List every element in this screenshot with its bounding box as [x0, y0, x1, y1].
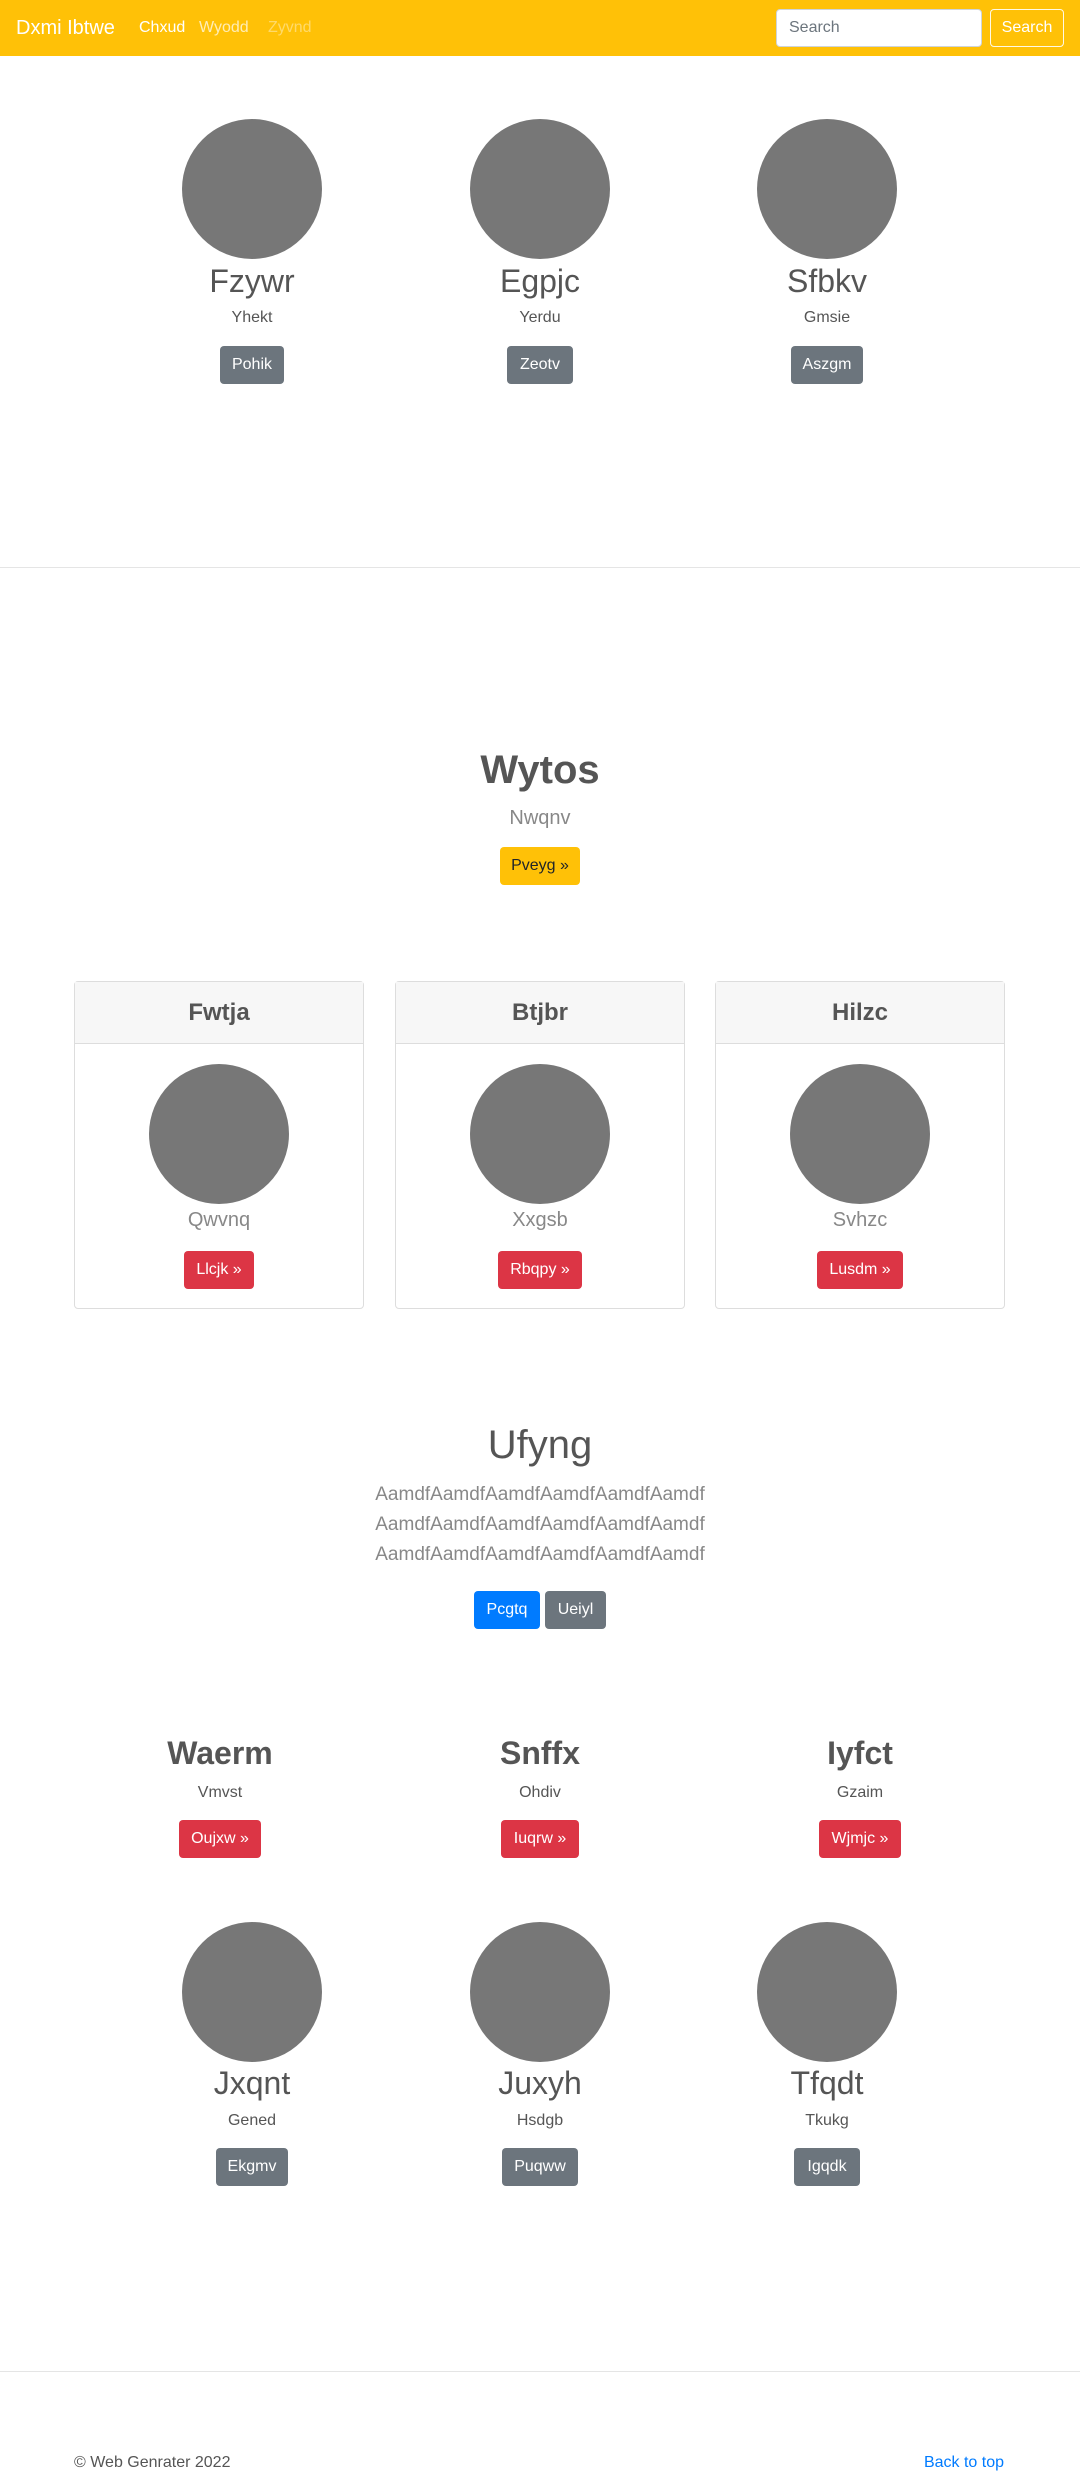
profile-avatar [757, 1922, 897, 2062]
profile-avatar [757, 119, 897, 259]
profile-subtitle: Gened [227, 2112, 277, 2129]
search-button[interactable]: Search [990, 9, 1064, 47]
navbar: Dxmi Ibtwe Chxud Wyodd Zyvnd Search [0, 0, 1080, 56]
card-header: Fwtja [75, 982, 363, 1044]
profile-subtitle: Gmsie [803, 309, 851, 326]
profile-subtitle: Tkukg [805, 2112, 849, 2129]
section-divider [0, 567, 1080, 568]
card: Btjbr Xxgsb Rbqpy » [395, 981, 685, 1309]
profile-name: Jxqnt [213, 2065, 291, 2101]
hero-subtitle: Nwqnv [509, 807, 571, 829]
profile-subtitle: Yerdu [519, 309, 561, 326]
profile-name: Sfbkv [786, 263, 868, 299]
profile-subtitle: Hsdgb [516, 2112, 564, 2129]
footer-copyright: © Web Genrater 2022 [74, 2454, 231, 2471]
back-to-top-link[interactable]: Back to top [924, 2453, 1004, 2473]
feature-button[interactable]: Iuqrw » [501, 1820, 579, 1858]
card-button[interactable]: Llcjk » [184, 1251, 254, 1289]
card-image [149, 1064, 289, 1204]
feature-subtitle: Vmvst [197, 1784, 243, 1801]
card-header: Btjbr [396, 982, 684, 1044]
jumbo-secondary-button[interactable]: Ueiyl [545, 1591, 606, 1629]
feature-title: Snffx [500, 1735, 580, 1771]
feature-subtitle: Ohdiv [519, 1784, 561, 1801]
hero-button[interactable]: Pveyg » [500, 847, 580, 885]
profile-avatar [470, 119, 610, 259]
card: Fwtja Qwvnq Llcjk » [74, 981, 364, 1309]
profile-name: Egpjc [499, 263, 581, 299]
profile-button[interactable]: Puqww [502, 2148, 578, 2186]
jumbo-primary-button[interactable]: Pcgtq [474, 1591, 540, 1629]
profile-button[interactable]: Igqdk [794, 2148, 860, 2186]
nav-link-chxud[interactable]: Chxud [139, 17, 185, 39]
profile-button[interactable]: Aszgm [791, 346, 863, 384]
profile-avatar [182, 119, 322, 259]
profile-avatar [182, 1922, 322, 2062]
card-image [790, 1064, 930, 1204]
profile-button[interactable]: Ekgmv [216, 2148, 288, 2186]
brand-logo[interactable]: Dxmi Ibtwe [16, 14, 115, 42]
card-image [470, 1064, 610, 1204]
jumbo-line: AamdfAamdfAamdfAamdfAamdfAamdf [375, 1484, 705, 1505]
card-button[interactable]: Lusdm » [817, 1251, 903, 1289]
feature-subtitle: Gzaim [836, 1784, 884, 1801]
profile-button[interactable]: Pohik [220, 346, 284, 384]
feature-title: Waerm [167, 1735, 273, 1771]
card: Hilzc Svhzc Lusdm » [715, 981, 1005, 1309]
footer-divider [0, 2371, 1080, 2372]
profile-button[interactable]: Zeotv [507, 346, 573, 384]
card-button[interactable]: Rbqpy » [498, 1251, 582, 1289]
nav-link-wyodd[interactable]: Wyodd [199, 17, 249, 39]
search-input[interactable] [776, 9, 982, 47]
feature-button[interactable]: Wjmjc » [819, 1820, 901, 1858]
profile-subtitle: Yhekt [231, 309, 273, 326]
profile-name: Juxyh [498, 2065, 582, 2101]
feature-title: Iyfct [827, 1735, 893, 1771]
profile-name: Fzywr [209, 263, 295, 299]
jumbo-line: AamdfAamdfAamdfAamdfAamdfAamdf [375, 1514, 705, 1535]
profile-name: Tfqdt [790, 2065, 864, 2101]
jumbo-title: Ufyng [487, 1423, 593, 1467]
jumbo-line: AamdfAamdfAamdfAamdfAamdfAamdf [375, 1544, 705, 1565]
feature-button[interactable]: Oujxw » [179, 1820, 261, 1858]
card-label: Svhzc [832, 1209, 888, 1231]
profile-avatar [470, 1922, 610, 2062]
hero-title: Wytos [480, 748, 600, 792]
card-label: Xxgsb [512, 1209, 568, 1231]
nav-link-zyvnd[interactable]: Zyvnd [268, 17, 312, 39]
card-label: Qwvnq [187, 1209, 251, 1231]
card-header: Hilzc [716, 982, 1004, 1044]
